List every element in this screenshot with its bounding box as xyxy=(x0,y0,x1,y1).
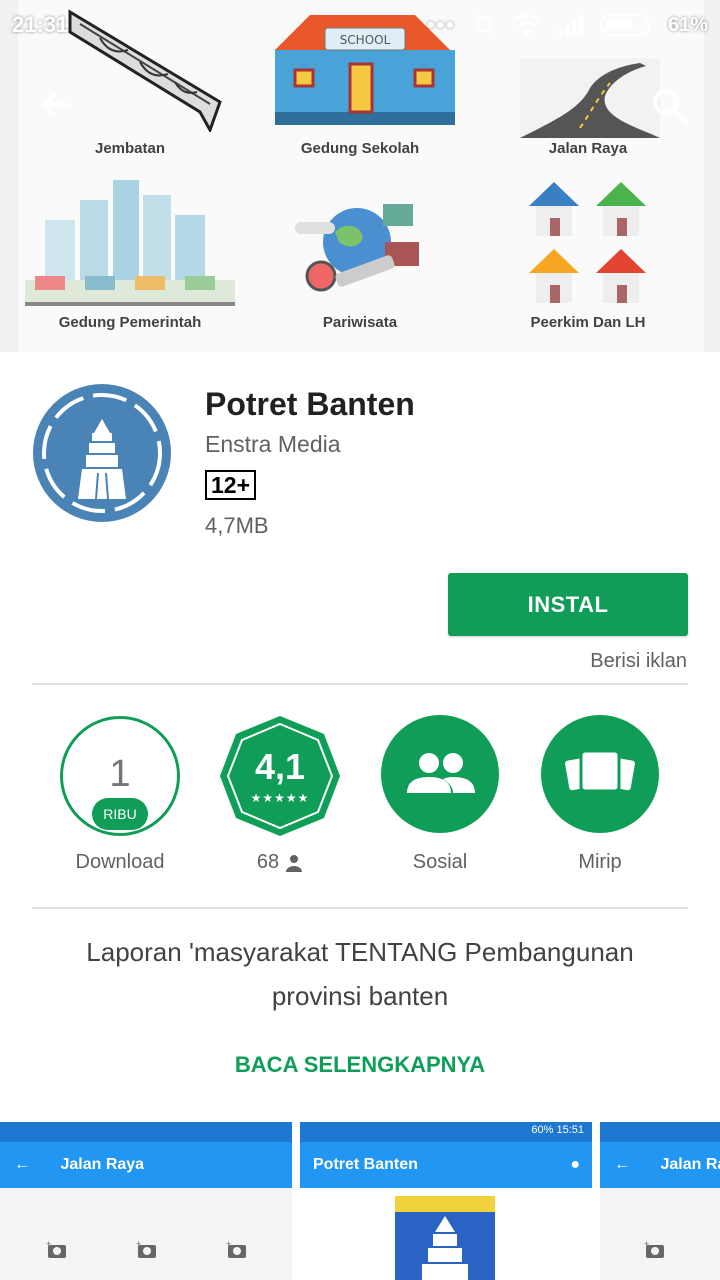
banten-emblem-icon xyxy=(395,1196,495,1280)
social-label: Sosial xyxy=(412,851,468,873)
review-count: 68 xyxy=(256,851,280,873)
screenshot-status-bar: 60% 15:51 xyxy=(300,1122,592,1142)
stat-rating[interactable]: 4,1 ★★★★★ 68 xyxy=(200,714,360,884)
travel-illustration xyxy=(295,204,419,292)
screenshot-app-bar: Potret Banten ● xyxy=(300,1142,592,1188)
svg-text:+: + xyxy=(46,1240,51,1249)
screenshot-thumb[interactable]: ← Jalan Raya + + + xyxy=(0,1122,292,1280)
add-photo-icon: + xyxy=(46,1240,66,1258)
screenshot-thumb[interactable]: ← Jalan Ra + xyxy=(600,1122,720,1280)
similar-badge xyxy=(541,715,659,833)
screenshot-status-bar xyxy=(600,1122,720,1142)
stat-social[interactable]: Sosial xyxy=(360,714,520,884)
developer-link[interactable]: Enstra Media xyxy=(205,431,341,458)
stat-downloads: 1 RIBU Download xyxy=(40,714,200,884)
age-rating-badge: 12+ xyxy=(205,470,257,500)
stat-similar[interactable]: Mirip xyxy=(520,714,680,884)
battery-percent: 61% xyxy=(667,13,708,36)
feature-graphic: Jembatan SCHOOL Gedung Sekolah Jalan Ray… xyxy=(0,0,720,352)
city-illustration xyxy=(25,180,235,306)
short-description: Laporan 'masyarakat TENTANG Pembangunan … xyxy=(86,937,634,1011)
rating-stars-icon: ★★★★★ xyxy=(250,791,310,805)
tile-label: Jembatan xyxy=(94,140,166,157)
status-time: 21:31 xyxy=(12,12,69,37)
screenshot-thumb[interactable]: 60% 15:51 Potret Banten ● xyxy=(300,1122,592,1280)
add-photo-icon: + xyxy=(226,1240,246,1258)
arrow-back-icon: ← xyxy=(14,1156,30,1173)
more-notifications-icon: ••• xyxy=(426,12,456,37)
similar-apps-icon xyxy=(565,749,635,793)
divider xyxy=(32,907,688,909)
status-icons: ••• 61% xyxy=(427,10,708,40)
screenshot-status-bar xyxy=(0,1122,292,1142)
screenshot-body xyxy=(600,1188,720,1280)
search-icon xyxy=(653,89,689,125)
tile-gedung-pemerintah: Gedung Pemerintah xyxy=(16,170,244,340)
screenshot-status-text: 60% 15:51 xyxy=(531,1124,584,1136)
screenshot-title: Potret Banten xyxy=(313,1156,418,1173)
screenshot-app-bar: ← Jalan Raya xyxy=(0,1142,292,1188)
similar-label: Mirip xyxy=(578,851,622,873)
svg-text:+: + xyxy=(226,1240,231,1249)
screenshot-app-bar: ← Jalan Ra xyxy=(600,1142,720,1188)
tile-label: Jalan Raya xyxy=(548,140,628,157)
mute-icon xyxy=(473,14,495,36)
app-title: Potret Banten xyxy=(205,386,415,422)
houses-illustration xyxy=(529,182,646,303)
battery-icon xyxy=(599,14,650,36)
read-more-link[interactable]: BACA SELENGKAPNYA xyxy=(0,1052,720,1078)
account-icon: ● xyxy=(570,1156,580,1173)
rating-value: 4,1 xyxy=(254,746,306,787)
contains-ads-note: Berisi iklan xyxy=(590,650,687,672)
screenshot-body xyxy=(0,1188,292,1280)
signal-icon xyxy=(557,15,583,35)
screenshot-title: Jalan Raya xyxy=(60,1156,145,1173)
app-icon[interactable] xyxy=(32,383,172,523)
road-illustration xyxy=(520,58,660,138)
person-icon xyxy=(286,854,303,872)
status-bar: 21:31 ••• 61% xyxy=(0,0,720,52)
search-button[interactable] xyxy=(648,84,692,128)
tile-pariwisata: Pariwisata xyxy=(246,170,474,340)
downloads-count: 1 xyxy=(109,753,131,795)
downloads-unit: RIBU xyxy=(92,798,148,830)
screenshot-body xyxy=(300,1188,592,1280)
svg-text:+: + xyxy=(136,1240,141,1249)
add-photo-icon: + xyxy=(644,1240,664,1258)
back-button[interactable] xyxy=(34,84,78,128)
downloads-label: Download xyxy=(75,851,165,873)
rating-count-row: 68 xyxy=(200,851,360,874)
screenshot-title: Jalan Ra xyxy=(660,1156,720,1173)
install-button[interactable]: INSTAL xyxy=(448,573,688,636)
people-icon xyxy=(407,753,475,793)
add-photo-icon: + xyxy=(136,1240,156,1258)
divider xyxy=(32,683,688,685)
tile-label: Peerkim Dan LH xyxy=(530,314,646,331)
svg-text:+: + xyxy=(644,1240,649,1249)
arrow-back-icon: ← xyxy=(614,1156,630,1173)
wifi-icon xyxy=(512,14,541,35)
tile-label: Gedung Sekolah xyxy=(300,140,420,157)
tile-label: Gedung Pemerintah xyxy=(58,314,202,331)
app-size: 4,7MB xyxy=(205,513,269,538)
social-badge xyxy=(381,715,499,833)
tile-peerkim-dan-lh: Peerkim Dan LH xyxy=(474,170,702,340)
arrow-back-icon xyxy=(42,93,70,117)
tile-label: Pariwisata xyxy=(322,314,398,331)
